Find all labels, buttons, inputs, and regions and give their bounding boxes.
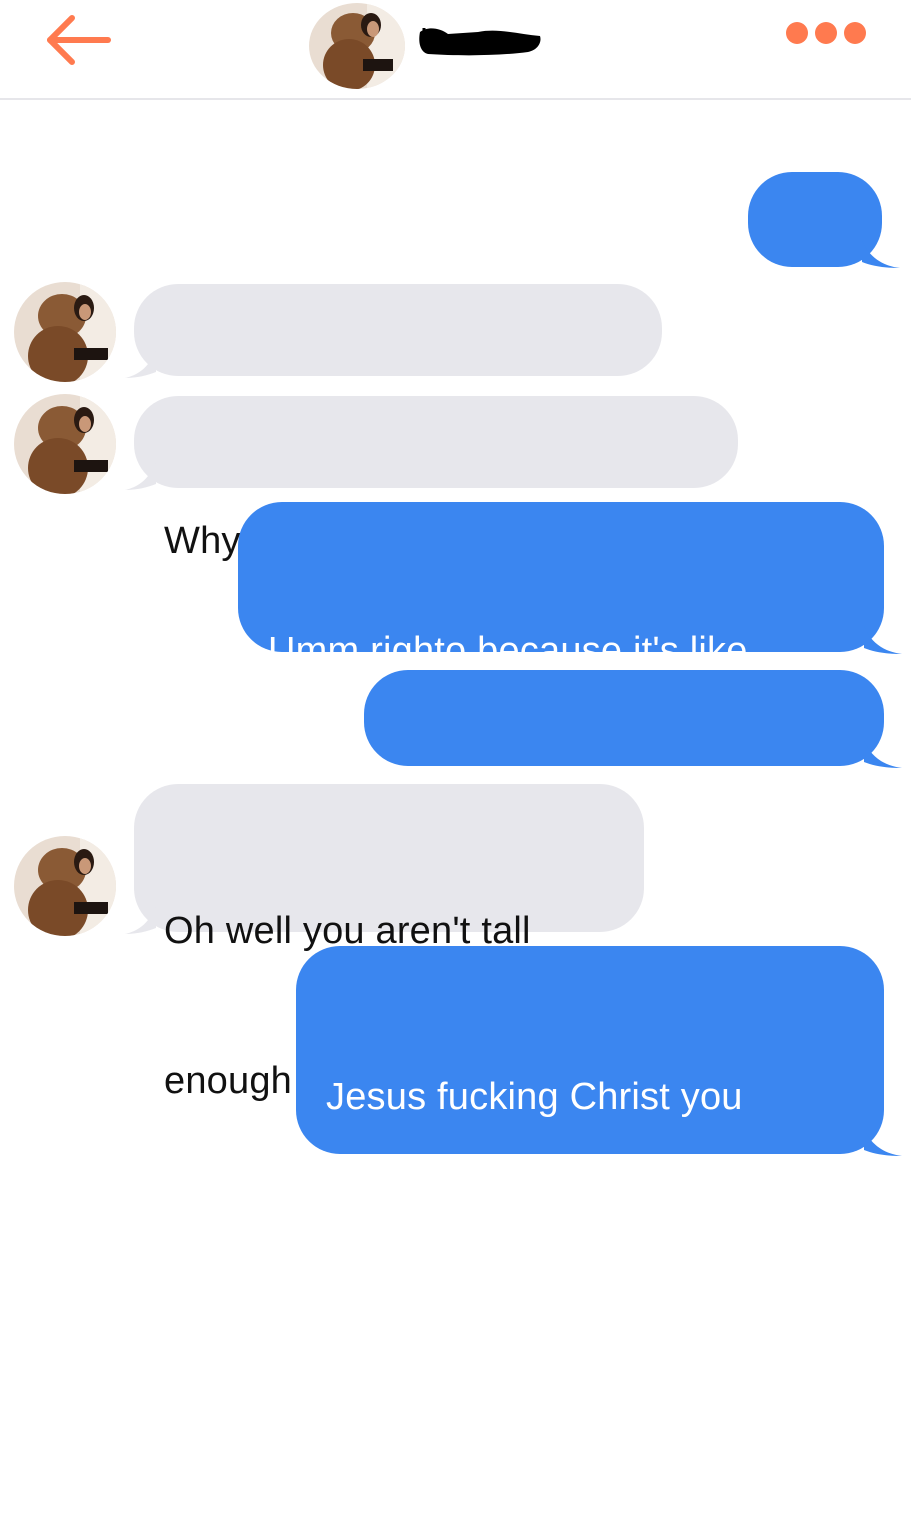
incoming-bubble-tail bbox=[124, 906, 156, 934]
more-dot bbox=[815, 22, 837, 44]
outgoing-bubble-tail bbox=[864, 626, 902, 654]
back-button[interactable] bbox=[28, 10, 118, 70]
profile-photo bbox=[14, 836, 116, 936]
more-dot bbox=[844, 22, 866, 44]
match-avatar-small[interactable] bbox=[14, 394, 116, 494]
incoming-message: Why include it in your bio? bbox=[134, 396, 738, 562]
message-line: Jesus fucking Christ you bbox=[326, 1076, 743, 1118]
arrow-left-icon bbox=[47, 15, 111, 65]
profile-photo bbox=[14, 282, 116, 382]
chat-header bbox=[0, 0, 911, 100]
incoming-message: Your not very tall? Tbh bbox=[134, 284, 662, 450]
redacted-match-name bbox=[418, 24, 543, 58]
more-dots-icon bbox=[786, 22, 808, 44]
message-line: this shit of a personality bbox=[326, 1376, 729, 1418]
profile-photo bbox=[309, 3, 405, 89]
outgoing-bubble-tail bbox=[864, 740, 902, 768]
outgoing-message: Umm righto because it's like the first t… bbox=[238, 502, 884, 822]
match-avatar-small[interactable] bbox=[14, 836, 116, 936]
message-line: Hey bbox=[778, 298, 847, 340]
outgoing-bubble-tail bbox=[864, 1128, 902, 1156]
more-options-button[interactable] bbox=[786, 18, 866, 48]
profile-photo bbox=[14, 394, 116, 494]
outgoing-message: So save them the time bbox=[364, 670, 884, 838]
message-thread: Hey Your not very tall? Tbh bbox=[0, 100, 911, 1418]
message-line: Umm righto because it's like bbox=[268, 630, 748, 672]
match-avatar[interactable] bbox=[309, 3, 405, 89]
message-line: aren't hot enough to have bbox=[326, 1226, 761, 1268]
incoming-message: Oh well you aren't tall enough for me so… bbox=[134, 784, 644, 1102]
outgoing-bubble-tail bbox=[862, 240, 900, 268]
outgoing-message: Jesus fucking Christ you aren't hot enou… bbox=[296, 946, 884, 1418]
incoming-bubble-tail bbox=[124, 350, 156, 378]
incoming-bubble-tail bbox=[124, 462, 156, 490]
match-avatar-small[interactable] bbox=[14, 282, 116, 382]
